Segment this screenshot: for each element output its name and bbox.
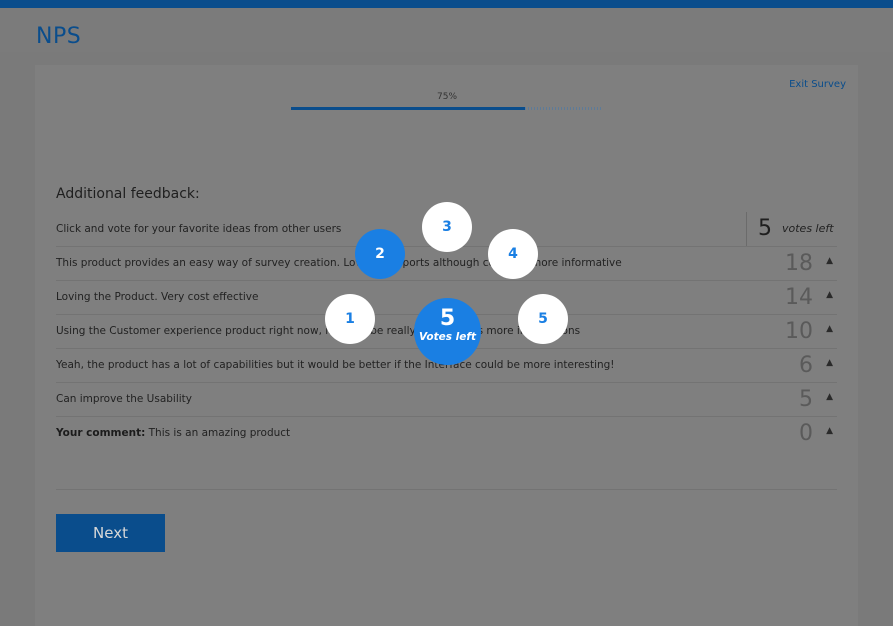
vote-option-4[interactable]: 4: [488, 229, 538, 279]
upvote-icon[interactable]: ▲: [826, 358, 833, 368]
app-title: NPS: [36, 24, 82, 49]
votes-left-bubble-count: 5: [439, 306, 456, 331]
vote-count: 10: [785, 319, 813, 344]
vote-count: 14: [785, 285, 813, 310]
list-item: Can improve the Usability 5 ▲: [56, 382, 837, 416]
exit-survey-link[interactable]: Exit Survey: [789, 79, 846, 90]
instruction-text: Click and vote for your favorite ideas f…: [56, 223, 342, 235]
vote-count: 6: [799, 353, 813, 378]
vote-count: 18: [785, 251, 813, 276]
idea-text: Loving the Product. Very cost effective: [56, 291, 259, 303]
divider: [56, 489, 837, 490]
vote-count: 0: [799, 421, 813, 446]
upvote-icon[interactable]: ▲: [826, 290, 833, 300]
vote-option-1[interactable]: 1: [325, 294, 375, 344]
vote-option-3[interactable]: 3: [422, 202, 472, 252]
progress-bar: [291, 107, 603, 110]
your-comment-row: Your comment: This is an amazing product…: [56, 416, 837, 450]
next-button[interactable]: Next: [56, 514, 165, 552]
votes-left-bubble: 5 Votes left: [414, 298, 481, 365]
progress-bar-fill: [291, 107, 525, 110]
upvote-icon[interactable]: ▲: [826, 256, 833, 266]
section-title: Additional feedback:: [56, 186, 200, 202]
vote-count: 5: [799, 387, 813, 412]
upvote-icon[interactable]: ▲: [826, 324, 833, 334]
votes-left-bubble-label: Votes left: [419, 331, 476, 343]
vote-option-5[interactable]: 5: [518, 294, 568, 344]
votes-left-indicator: 5 votes left: [746, 212, 837, 246]
idea-text: Using the Customer experience product ri…: [56, 325, 581, 337]
upvote-icon[interactable]: ▲: [826, 392, 833, 402]
idea-text: Yeah, the product has a lot of capabilit…: [56, 359, 615, 371]
header: NPS: [0, 8, 893, 52]
idea-text: Can improve the Usability: [56, 393, 192, 405]
top-accent-bar: [0, 0, 893, 8]
votes-left-count: 5: [758, 216, 772, 241]
your-comment-label: Your comment:: [56, 427, 146, 439]
vote-option-2[interactable]: 2: [355, 229, 405, 279]
your-comment-text: This is an amazing product: [148, 427, 291, 439]
your-comment: Your comment: This is an amazing product: [56, 427, 290, 439]
votes-left-label: votes left: [782, 222, 834, 235]
progress-percent: 75%: [437, 92, 458, 102]
upvote-icon[interactable]: ▲: [826, 426, 833, 436]
